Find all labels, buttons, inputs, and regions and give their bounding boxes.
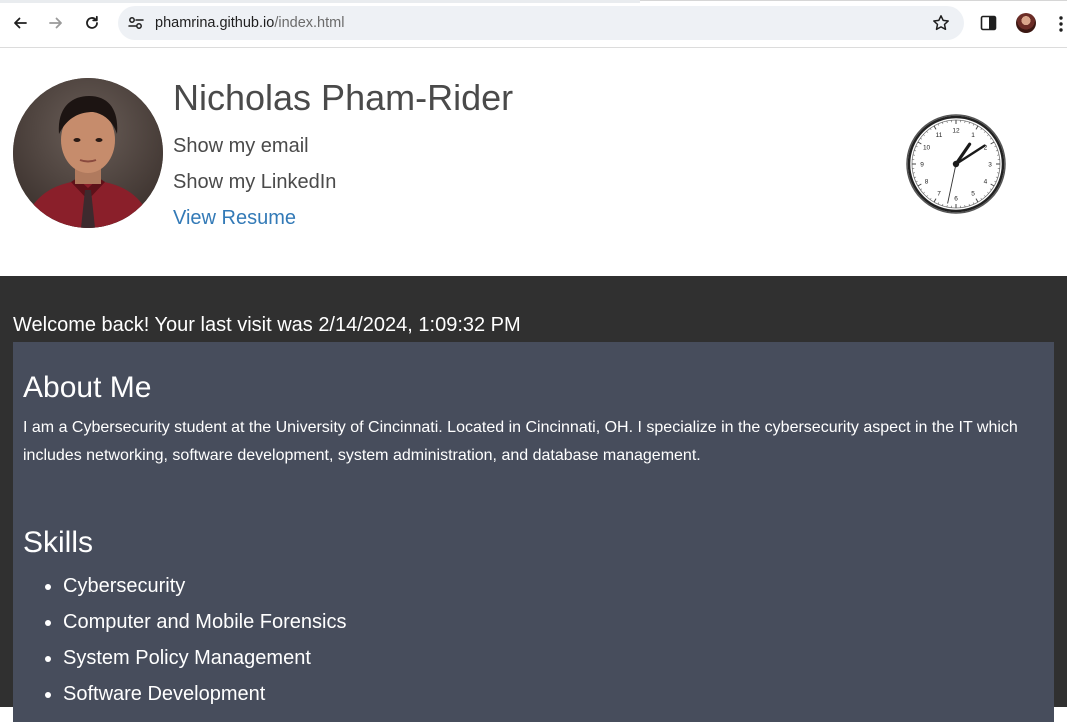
side-panel-button[interactable] — [980, 15, 998, 31]
clock-number: 4 — [984, 178, 988, 185]
side-panel-icon — [980, 15, 998, 31]
skill-item: System Policy Management — [63, 640, 346, 676]
clock-number: 11 — [936, 132, 943, 139]
content-panel: About Me I am a Cybersecurity student at… — [13, 342, 1054, 722]
clock-center-cap — [953, 161, 959, 167]
skills-list: Cybersecurity Computer and Mobile Forens… — [23, 568, 346, 712]
clock-number: 5 — [971, 191, 975, 198]
clock-number: 12 — [952, 127, 960, 134]
back-button[interactable] — [7, 10, 33, 36]
bookmark-star-icon — [932, 14, 950, 32]
url-text[interactable]: phamrina.github.io/index.html — [155, 15, 344, 31]
clock-number: 10 — [923, 144, 931, 151]
reload-button[interactable] — [79, 10, 105, 36]
url-host: phamrina.github.io — [155, 15, 274, 31]
address-bar[interactable]: phamrina.github.io/index.html — [118, 6, 964, 40]
clock-number: 1 — [971, 132, 975, 139]
profile-header: Nicholas Pham-Rider Show my email Show m… — [0, 48, 1067, 276]
tab-strip-edge — [0, 0, 640, 3]
analog-clock: 121234567891011 — [906, 114, 1006, 214]
skills-heading: Skills — [23, 525, 93, 561]
site-settings-icon — [128, 16, 144, 30]
clock-number: 9 — [920, 161, 924, 168]
bookmark-button[interactable] — [932, 14, 950, 32]
clock-number: 8 — [925, 178, 929, 185]
forward-arrow-icon — [48, 15, 64, 31]
clock-number: 6 — [954, 195, 958, 202]
main-section: Welcome back! Your last visit was 2/14/2… — [0, 276, 1067, 707]
more-menu-icon — [1058, 14, 1064, 34]
about-heading: About Me — [23, 370, 151, 406]
portrait-image — [13, 78, 163, 228]
page-title: Nicholas Pham-Rider — [173, 77, 513, 119]
more-menu-button[interactable] — [1058, 14, 1064, 34]
skill-item: Computer and Mobile Forensics — [63, 604, 346, 640]
skill-item: Cybersecurity — [63, 568, 346, 604]
profile-avatar-icon[interactable] — [1016, 13, 1036, 33]
profile-photo — [13, 78, 163, 228]
site-settings-button[interactable] — [126, 14, 146, 32]
welcome-message: Welcome back! Your last visit was 2/14/2… — [13, 313, 521, 337]
about-text: I am a Cybersecurity student at the Univ… — [23, 414, 1033, 470]
view-resume-link[interactable]: View Resume — [173, 206, 296, 230]
clock-number: 3 — [988, 161, 992, 168]
reload-icon — [84, 15, 100, 31]
clock-number: 7 — [937, 191, 941, 198]
forward-button[interactable] — [43, 10, 69, 36]
url-path: /index.html — [274, 15, 344, 31]
back-arrow-icon — [12, 15, 28, 31]
show-email-link[interactable]: Show my email — [173, 134, 309, 158]
browser-toolbar: phamrina.github.io/index.html — [0, 0, 1067, 48]
page-content: Nicholas Pham-Rider Show my email Show m… — [0, 48, 1067, 707]
show-linkedin-link[interactable]: Show my LinkedIn — [173, 170, 336, 194]
